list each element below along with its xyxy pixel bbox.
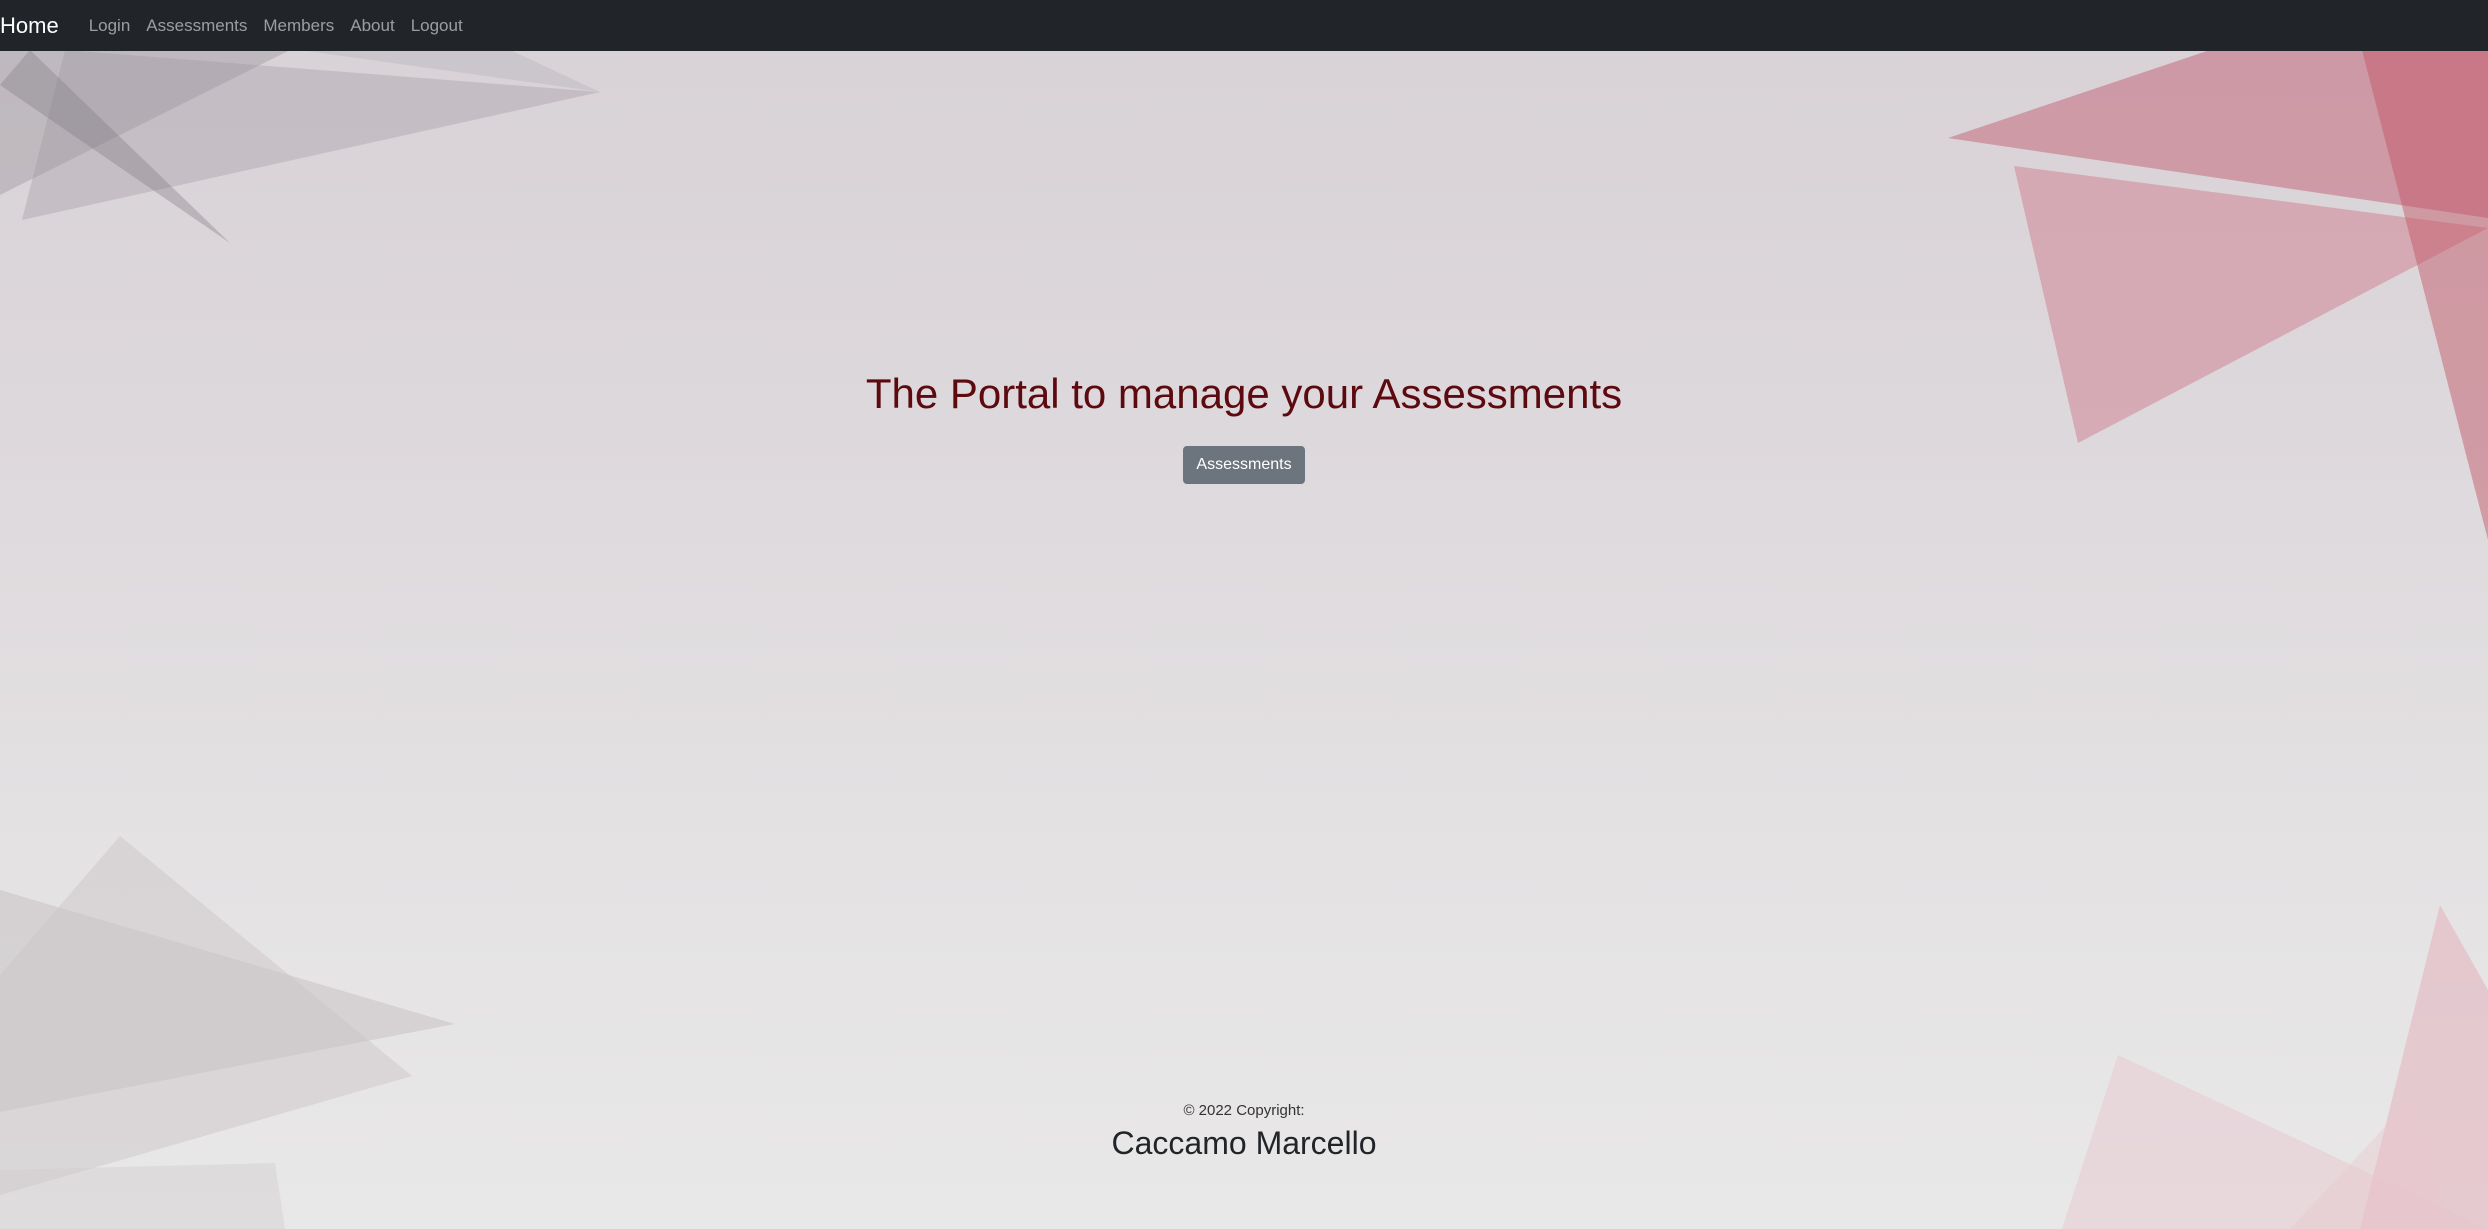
background-decoration [0, 50, 2488, 1229]
top-navbar: Home Login Assessments Members About Log… [0, 0, 2488, 51]
author-name: Caccamo Marcello [1111, 1125, 1377, 1161]
nav-about-link[interactable]: About [342, 16, 402, 36]
copyright-text: © 2022 Copyright: [1183, 1102, 1305, 1119]
nav-links: Login Assessments Members About Logout [81, 16, 471, 36]
nav-assessments-link[interactable]: Assessments [138, 16, 255, 36]
page-title: The Portal to manage your Assessments [865, 370, 1623, 417]
footer: © 2022 Copyright: Caccamo Marcello [0, 1102, 2488, 1162]
nav-logout-link[interactable]: Logout [403, 16, 471, 36]
assessments-button[interactable]: Assessments [1183, 446, 1305, 484]
hero-section: The Portal to manage your Assessments As… [0, 370, 2488, 484]
nav-home-link[interactable]: Home [0, 13, 59, 39]
nav-members-link[interactable]: Members [255, 16, 342, 36]
nav-login-link[interactable]: Login [81, 16, 139, 36]
